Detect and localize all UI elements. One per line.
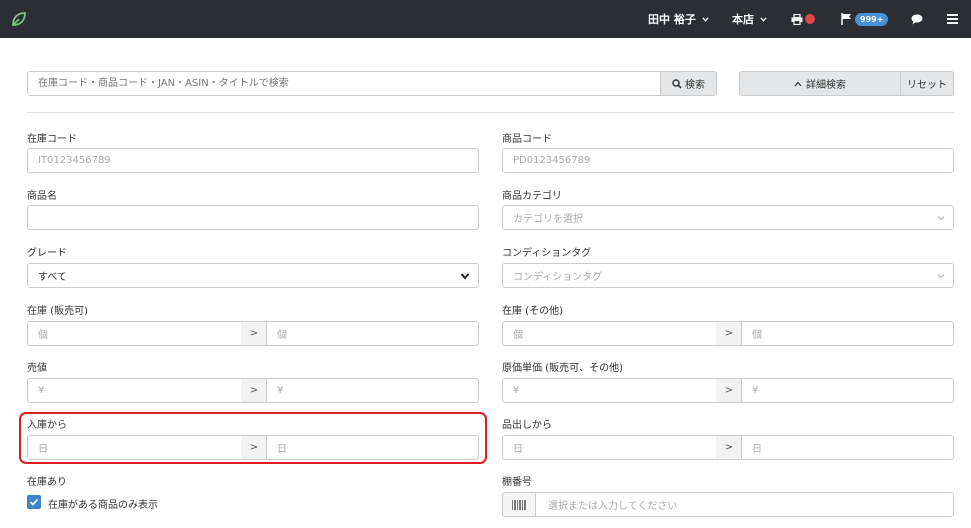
unit-cost-label: 原価単価 (販売可、その他): [502, 363, 623, 374]
store-menu[interactable]: 本店: [732, 0, 767, 38]
condition-tag-select[interactable]: コンディションタグ: [502, 263, 954, 288]
chevron-down-icon: [702, 16, 709, 22]
stock-other-to-input[interactable]: 個: [741, 321, 954, 346]
user-menu[interactable]: 田中 裕子: [648, 0, 709, 38]
price-from-input[interactable]: ¥: [27, 378, 242, 403]
shipped-since-to-input[interactable]: 日: [741, 435, 954, 460]
check-icon: [29, 498, 39, 506]
condition-tag-placeholder: コンディションタグ: [513, 272, 603, 283]
reset-button[interactable]: リセット: [900, 71, 954, 96]
placeholder: 日: [752, 444, 762, 455]
stock-code-label: 在庫コード: [27, 134, 77, 145]
placeholder: ¥: [38, 385, 45, 396]
search-button-label: 検索: [685, 80, 705, 91]
in-stock-checkbox-label[interactable]: 在庫がある商品のみ表示: [48, 496, 158, 511]
product-name-input[interactable]: [27, 205, 479, 230]
advanced-search-button[interactable]: 詳細検索: [739, 71, 901, 96]
grade-label: グレード: [27, 248, 67, 259]
store-name: 本店: [732, 13, 754, 26]
chevron-down-icon: [760, 16, 767, 22]
chat-button[interactable]: [911, 0, 923, 38]
stock-other-label: 在庫 (その他): [502, 306, 563, 317]
reset-button-label: リセット: [907, 80, 947, 91]
range-separator: >: [241, 321, 267, 346]
stock-code-placeholder: IT0123456789: [38, 155, 111, 166]
notification-badge: 999+: [855, 12, 889, 26]
price-label: 売値: [27, 363, 47, 374]
printer-alert-dot: [805, 14, 815, 24]
product-code-placeholder: PD0123456789: [513, 155, 591, 166]
in-stock-label: 在庫あり: [27, 477, 67, 488]
grade-value: すべて: [38, 272, 67, 283]
search-input[interactable]: [27, 71, 661, 96]
shipped-since-from-input[interactable]: 日: [502, 435, 717, 460]
search-icon: [672, 78, 682, 89]
stock-sellable-to-input[interactable]: 個: [266, 321, 479, 346]
flag-icon: [841, 13, 851, 25]
product-category-select[interactable]: カテゴリを選択: [502, 205, 954, 230]
in-stock-checkbox[interactable]: [27, 495, 41, 509]
shelf-number-label: 棚番号: [502, 477, 532, 488]
range-separator: >: [716, 378, 742, 403]
product-name-label: 商品名: [27, 191, 57, 202]
divider: [27, 112, 954, 113]
notifications-button[interactable]: 999+: [841, 0, 889, 38]
chat-bubble-icon: [911, 14, 923, 24]
printer-status-button[interactable]: [791, 0, 815, 38]
shipped-since-label: 品出しから: [502, 420, 552, 431]
top-navbar: 田中 裕子 本店 999+: [0, 0, 971, 38]
grade-select[interactable]: すべて: [27, 263, 479, 288]
chevron-down-icon: [937, 216, 945, 221]
placeholder: 個: [277, 330, 287, 341]
price-to-input[interactable]: ¥: [266, 378, 479, 403]
hamburger-menu-button[interactable]: [947, 0, 958, 38]
product-category-placeholder: カテゴリを選択: [513, 214, 583, 225]
barcode-icon: [512, 499, 526, 510]
product-code-input[interactable]: PD0123456789: [502, 148, 954, 173]
stock-code-input[interactable]: IT0123456789: [27, 148, 479, 173]
range-separator: >: [716, 435, 742, 460]
placeholder: 日: [513, 444, 523, 455]
range-separator: >: [716, 321, 742, 346]
stock-sellable-from-input[interactable]: 個: [27, 321, 242, 346]
leaf-logo-icon[interactable]: [10, 10, 28, 28]
condition-tag-label: コンディションタグ: [502, 248, 592, 259]
advanced-search-label: 詳細検索: [806, 80, 846, 91]
shelf-number-input[interactable]: 選択または入力してください: [535, 492, 954, 517]
menu-icon: [947, 14, 958, 24]
stock-sellable-label: 在庫 (販売可): [27, 306, 88, 317]
product-category-label: 商品カテゴリ: [502, 191, 562, 202]
product-code-label: 商品コード: [502, 134, 552, 145]
range-separator: >: [241, 378, 267, 403]
placeholder: 個: [752, 330, 762, 341]
unit-cost-from-input[interactable]: ¥: [502, 378, 717, 403]
placeholder: ¥: [752, 385, 759, 396]
user-name: 田中 裕子: [648, 13, 696, 26]
chevron-up-icon: [794, 81, 802, 86]
stock-other-from-input[interactable]: 個: [502, 321, 717, 346]
chevron-down-icon: [460, 273, 470, 280]
printer-icon: [791, 13, 803, 25]
unit-cost-to-input[interactable]: ¥: [741, 378, 954, 403]
highlight-box: [19, 412, 487, 464]
placeholder: 個: [513, 330, 523, 341]
chevron-down-icon: [937, 274, 945, 279]
shelf-number-placeholder: 選択または入力してください: [548, 501, 678, 512]
placeholder: ¥: [277, 385, 284, 396]
placeholder: 個: [38, 330, 48, 341]
search-button[interactable]: 検索: [660, 71, 717, 96]
placeholder: ¥: [513, 385, 520, 396]
barcode-scan-button[interactable]: [502, 492, 536, 517]
